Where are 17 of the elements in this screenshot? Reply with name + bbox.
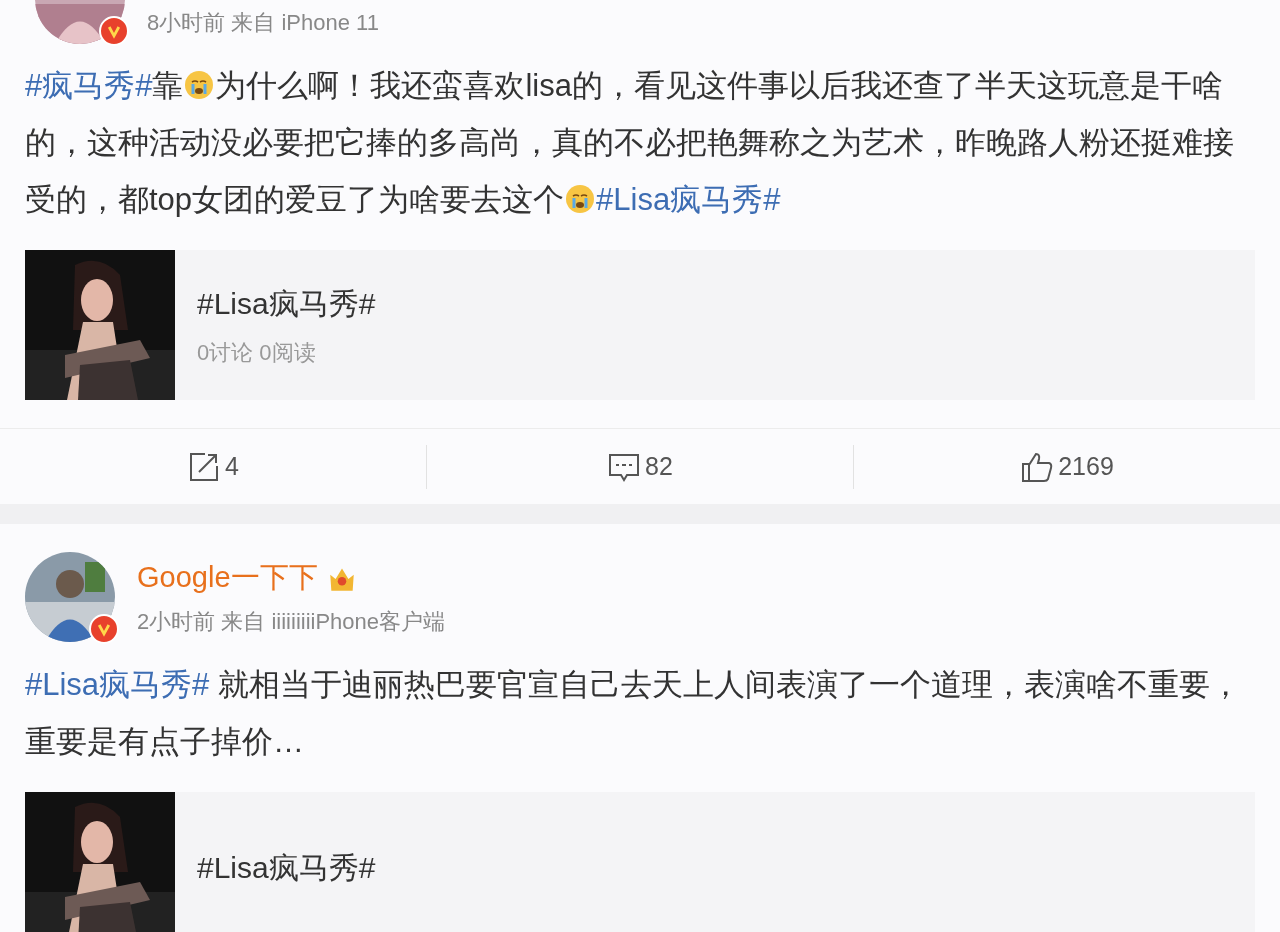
topic-card[interactable]: #Lisa疯马秀# 0讨论 0阅读 (25, 250, 1255, 400)
post-text: #疯马秀#靠 为什么啊！我还蛮喜欢lisa的，看见这件事以后我还查了半天这玩意是干啥的，这种活动没必要把它捧的多高尚，真的不必把艳舞称之为艺术，昨晚路人粉还挺难接受的，都top女团的爱豆了为啥要去这个 #Lisa疯马秀# (24, 67, 1235, 219)
post-meta: 8小时前 来自 iPhone 11 (147, 9, 379, 37)
post-meta: 2小时前 来自 iiiiiiiiiPhone客户端 (137, 608, 446, 637)
hashtag-link[interactable]: #Lisa疯马秀# (25, 667, 210, 702)
topic-card[interactable]: #Lisa疯马秀# (25, 792, 1255, 932)
topic-title: #Lisa疯马秀# (197, 849, 376, 886)
post-text: #Lisa疯马秀# 就相当于迪丽热巴要官宣自己去天上人间表演了一个道理，表演啥不重要，重要是有点子掉价… (24, 666, 1242, 761)
topic-stats: 0讨论 0阅读 (197, 339, 317, 367)
topic-title: #Lisa疯马秀# (197, 286, 376, 322)
action-button[interactable]: 4 (187, 447, 239, 486)
crying-emoji-icon (184, 70, 215, 100)
action-button[interactable]: 2169 (1020, 447, 1114, 486)
hashtag-link[interactable]: #疯马秀# (25, 68, 153, 103)
hashtag-link[interactable]: #Lisa疯马秀# (596, 182, 781, 217)
crying-emoji-icon (565, 184, 596, 214)
action-button[interactable]: 82 (607, 447, 673, 486)
